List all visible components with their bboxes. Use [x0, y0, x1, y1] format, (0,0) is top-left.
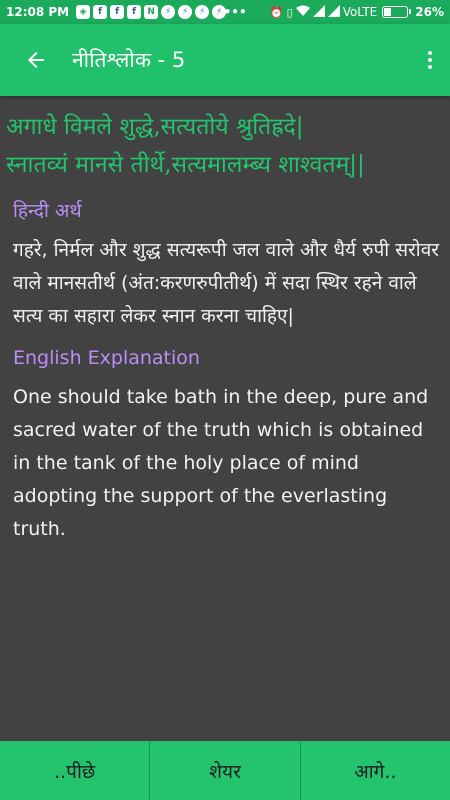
messenger-icon: ⚡: [161, 5, 176, 19]
status-right: ⏰ ▯ VoLTE 26%: [269, 4, 444, 20]
hindi-text: गहरे, निर्मल और शुद्ध सत्यरूपी जल वाले औ…: [13, 239, 440, 327]
shloka-content: अगाधे विमले शुद्धे,सत्यतोये श्रुतिह्रदे|…: [0, 108, 450, 546]
shloka-line-2: स्नातव्यं मानसे तीर्थे,सत्यमालम्ब्य शाश्…: [6, 152, 365, 178]
network-type: VoLTE: [342, 5, 378, 19]
messenger-icon: ⚡: [178, 5, 193, 19]
english-text: One should take bath in the deep, pure a…: [13, 386, 429, 540]
messenger-icon: ⚡: [195, 5, 210, 19]
share-button[interactable]: शेयर: [150, 741, 301, 800]
shloka-text: अगाधे विमले शुद्धे,सत्यतोये श्रुतिह्रदे|…: [6, 108, 444, 184]
alarm-icon: ⏰: [269, 5, 284, 19]
battery-fill: [384, 8, 391, 16]
battery-icon: [382, 6, 412, 18]
facebook-icon: f: [127, 5, 142, 19]
facebook-icon: f: [110, 5, 125, 19]
bottom-nav: ..पीछे शेयर आगे..: [0, 741, 450, 800]
signal-icon: [327, 4, 340, 20]
vibrate-icon: ▯: [286, 5, 293, 19]
previous-button[interactable]: ..पीछे: [0, 741, 151, 800]
news-icon: N: [144, 5, 159, 19]
signal-icon: [312, 4, 325, 20]
shield-notification-icon: ◈: [76, 5, 91, 19]
page-title: नीतिश्लोक - 5: [72, 48, 186, 72]
status-left: 12:08 PM ◈ f f f N ⚡ ⚡ ⚡ ⚡ •••: [6, 5, 247, 19]
status-time: 12:08 PM: [6, 5, 70, 19]
more-dots-icon: •••: [223, 5, 247, 19]
shloka-line-1: अगाधे विमले शुद्धे,सत्यतोये श्रुतिह्रदे|: [6, 114, 304, 140]
more-vert-icon: [428, 51, 432, 69]
status-bar: 12:08 PM ◈ f f f N ⚡ ⚡ ⚡ ⚡ ••• ⏰ ▯ VoLTE…: [0, 0, 450, 24]
next-button[interactable]: आगे..: [301, 741, 450, 800]
battery-percent: 26%: [415, 5, 444, 19]
facebook-icon: f: [93, 5, 108, 19]
english-heading: English Explanation: [13, 347, 200, 369]
wifi-icon: [295, 5, 310, 20]
overflow-menu-button[interactable]: [410, 24, 450, 96]
hindi-heading: हिन्दी अर्थ: [13, 200, 82, 222]
arrow-back-icon: [28, 52, 44, 68]
app-bar: नीतिश्लोक - 5: [0, 24, 450, 96]
back-button[interactable]: [0, 24, 72, 96]
